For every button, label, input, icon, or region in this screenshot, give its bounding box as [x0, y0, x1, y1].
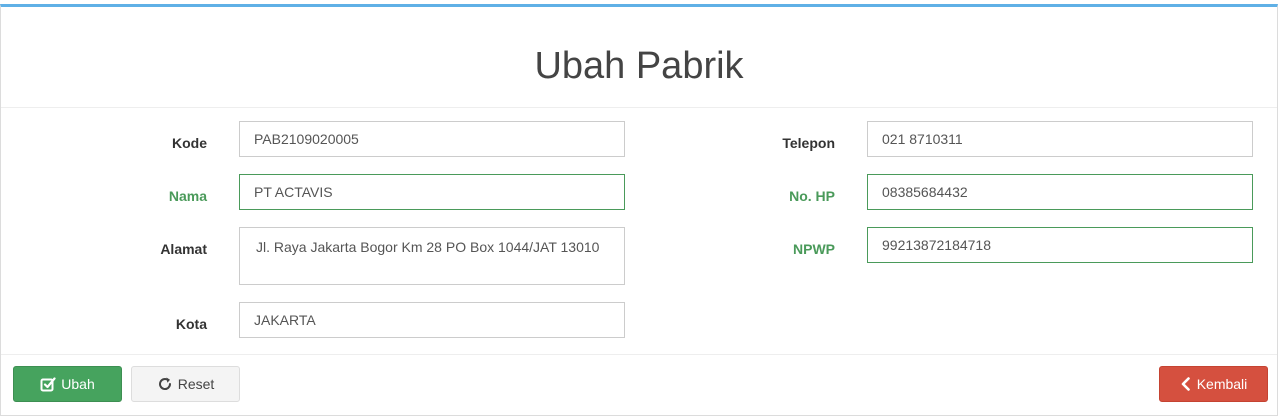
npwp-input[interactable]	[867, 227, 1253, 263]
edit-factory-panel: Ubah Pabrik Kode Nama Alamat Jl. Raya Ja…	[0, 4, 1278, 416]
no-hp-input[interactable]	[867, 174, 1253, 210]
kota-input[interactable]	[239, 302, 625, 338]
reset-button-label: Reset	[177, 376, 215, 392]
kode-label: Kode	[172, 135, 207, 151]
page-title: Ubah Pabrik	[534, 45, 744, 87]
chevron-left-icon	[1180, 377, 1192, 391]
kota-label: Kota	[175, 316, 207, 332]
kembali-button[interactable]: Kembali	[1159, 366, 1268, 402]
factory-form: Kode Nama Alamat Jl. Raya Jakarta Bogor …	[1, 108, 1277, 356]
kembali-button-label: Kembali	[1196, 376, 1248, 392]
refresh-icon	[157, 376, 173, 392]
telepon-label: Telepon	[782, 135, 835, 151]
panel-header: Ubah Pabrik	[1, 7, 1277, 108]
telepon-input[interactable]	[867, 121, 1253, 157]
kode-input[interactable]	[239, 121, 625, 157]
nama-input[interactable]	[239, 174, 625, 210]
ubah-button[interactable]: Ubah	[13, 366, 122, 402]
npwp-label: NPWP	[793, 241, 835, 257]
ubah-button-label: Ubah	[61, 376, 95, 392]
alamat-label: Alamat	[160, 241, 207, 257]
alamat-textarea[interactable]: Jl. Raya Jakarta Bogor Km 28 PO Box 1044…	[239, 227, 625, 285]
no-hp-label: No. HP	[789, 188, 835, 204]
panel-footer: Ubah Reset Kembali	[1, 354, 1277, 415]
reset-button[interactable]: Reset	[131, 366, 240, 402]
nama-label: Nama	[168, 188, 207, 204]
edit-check-icon	[40, 376, 56, 392]
